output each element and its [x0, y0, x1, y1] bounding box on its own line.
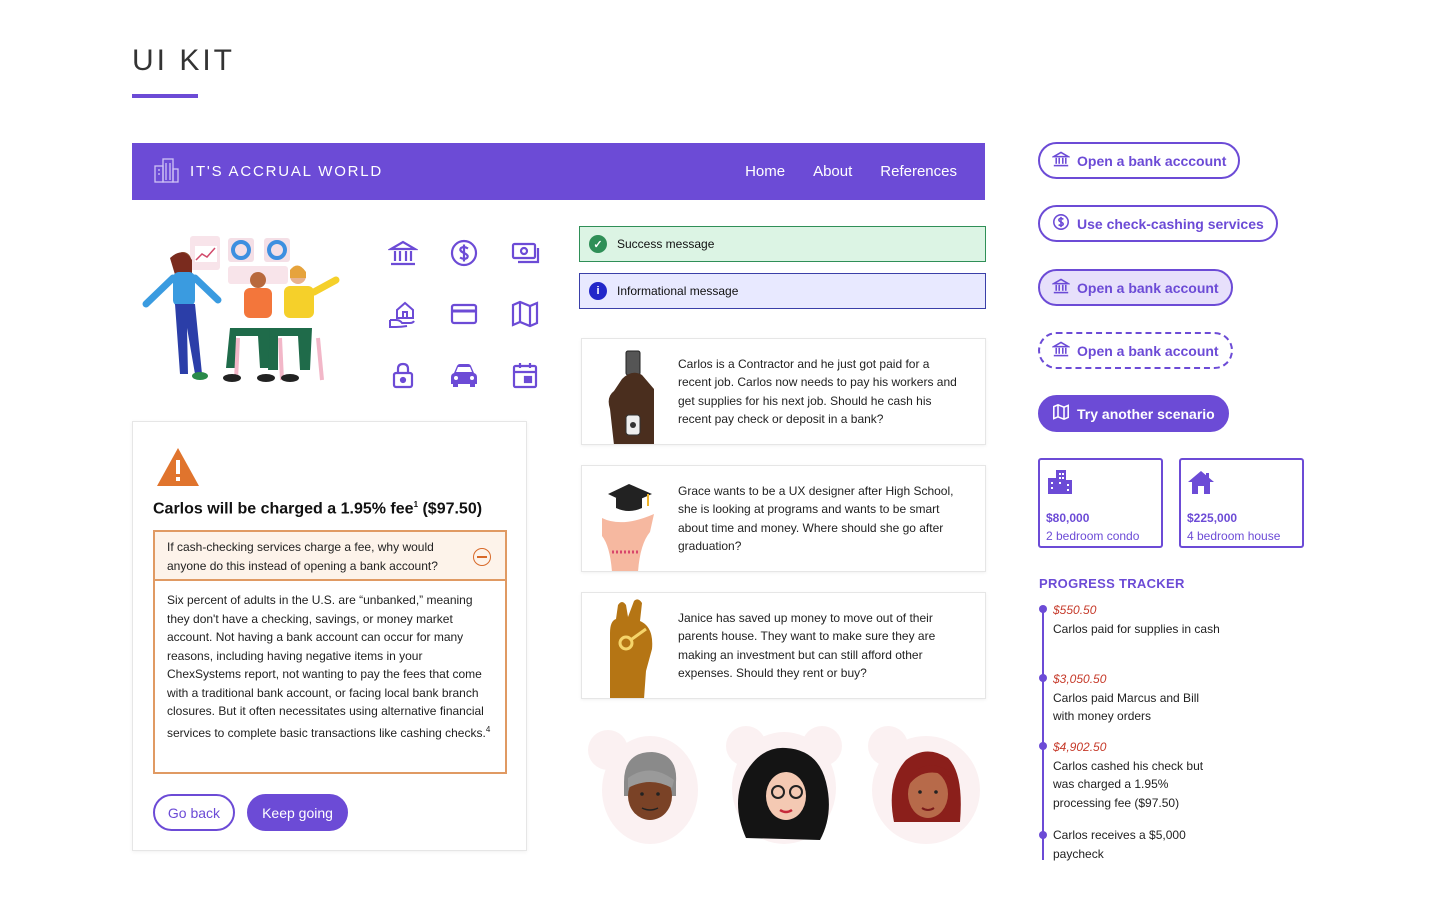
top-navbar: IT'S ACCRUAL WORLD Home About References	[132, 143, 985, 200]
open-bank-account-button[interactable]: Open a bank acccount	[1038, 142, 1241, 179]
tracker-dot	[1039, 742, 1047, 750]
house-hand-icon	[372, 283, 433, 344]
scenario-text: Janice has saved up money to move out of…	[678, 610, 936, 681]
condo-desc: 2 bedroom condo	[1046, 529, 1140, 543]
progress-tracker-title: PROGRESS TRACKER	[1039, 576, 1185, 591]
avatar-woman-red-hair	[864, 722, 984, 847]
info-alert: i Informational message	[579, 273, 986, 309]
scenario-card-grace[interactable]: Grace wants to be a UX designer after Hi…	[581, 465, 986, 572]
info-circle-icon: i	[589, 282, 607, 300]
check-cashing-button[interactable]: Use check-cashing services	[1038, 205, 1278, 242]
keep-going-button[interactable]: Keep going	[247, 794, 348, 831]
cash-icon	[494, 222, 555, 283]
house-desc: 4 bedroom house	[1187, 529, 1281, 543]
map-icon	[494, 283, 555, 344]
graduation-cap-hand-illustration	[582, 466, 678, 571]
page-title: UI KIT	[132, 44, 236, 77]
brand[interactable]: IT'S ACCRUAL WORLD	[152, 156, 383, 188]
hand-holding-key-illustration	[582, 593, 678, 698]
condo-price: $80,000	[1046, 511, 1090, 525]
fee-warning-title: Carlos will be charged a 1.95% fee1 ($97…	[153, 500, 483, 518]
check-circle-icon: ✓	[589, 235, 607, 253]
nav-home[interactable]: Home	[745, 163, 785, 180]
fee-warning-card: Carlos will be charged a 1.95% fee1 ($97…	[132, 421, 527, 851]
map-icon	[1052, 403, 1070, 424]
dollar-coin-icon	[433, 222, 494, 283]
icon-grid	[372, 222, 544, 388]
calendar-icon	[494, 344, 555, 405]
tracker-item: Carlos receives a $5,000 paycheck	[1053, 828, 1186, 861]
city-buildings-icon	[152, 156, 180, 188]
house-icon	[1187, 468, 1296, 501]
dollar-coin-icon	[1052, 213, 1070, 234]
tracker-dot	[1039, 831, 1047, 839]
go-back-button[interactable]: Go back	[153, 794, 235, 831]
house-price-card[interactable]: $225,000 4 bedroom house	[1179, 458, 1304, 548]
avatar-woman-glasses	[722, 722, 842, 847]
collapse-minus-icon[interactable]	[473, 548, 491, 566]
car-icon	[433, 344, 494, 405]
faq-question: If cash-checking services charge a fee, …	[167, 540, 438, 573]
condo-price-card[interactable]: $80,000 2 bedroom condo	[1038, 458, 1163, 548]
credit-card-icon	[433, 283, 494, 344]
faq-accordion-body: Six percent of adults in the U.S. are “u…	[153, 581, 507, 774]
brand-name: IT'S ACCRUAL WORLD	[190, 163, 384, 180]
open-bank-account-button-hover[interactable]: Open a bank account	[1038, 269, 1233, 306]
info-alert-text: Informational message	[617, 284, 739, 298]
tracker-dot	[1039, 605, 1047, 613]
nav-references[interactable]: References	[880, 163, 957, 180]
faq-accordion-header[interactable]: If cash-checking services charge a fee, …	[153, 530, 507, 581]
tracker-item: $3,050.50 Carlos paid Marcus and Bill wi…	[1053, 672, 1200, 723]
hand-holding-card-illustration	[582, 339, 678, 444]
bank-icon	[1050, 150, 1072, 171]
scenario-text: Grace wants to be a UX designer after Hi…	[678, 483, 954, 554]
title-underline	[132, 94, 198, 98]
scenario-card-carlos[interactable]: Carlos is a Contractor and he just got p…	[581, 338, 986, 445]
tracker-item: $4,902.50 Carlos cashed his check but wa…	[1053, 740, 1204, 810]
bank-icon	[372, 222, 433, 283]
faq-answer-footnote: 4	[485, 724, 491, 734]
bank-icon	[1050, 340, 1072, 361]
success-alert-text: Success message	[617, 237, 715, 251]
try-another-scenario-button[interactable]: Try another scenario	[1038, 395, 1229, 432]
team-illustration	[140, 228, 350, 388]
open-bank-account-button-focus[interactable]: Open a bank account	[1038, 332, 1233, 369]
bank-icon	[1050, 277, 1072, 298]
nav-about[interactable]: About	[813, 163, 852, 180]
scenario-text: Carlos is a Contractor and he just got p…	[678, 356, 957, 427]
tracker-item: $550.50 Carlos paid for supplies in cash	[1053, 603, 1220, 636]
lock-icon	[372, 344, 433, 405]
tracker-line	[1042, 606, 1044, 860]
avatar-older-man	[584, 722, 704, 847]
tracker-dot	[1039, 674, 1047, 682]
apartment-building-icon	[1046, 468, 1155, 501]
faq-answer: Six percent of adults in the U.S. are “u…	[167, 593, 486, 740]
scenario-card-janice[interactable]: Janice has saved up money to move out of…	[581, 592, 986, 699]
nav-links: Home About References	[745, 163, 957, 180]
success-alert: ✓ Success message	[579, 226, 986, 262]
house-price: $225,000	[1187, 511, 1238, 525]
warning-triangle-icon	[155, 446, 201, 493]
